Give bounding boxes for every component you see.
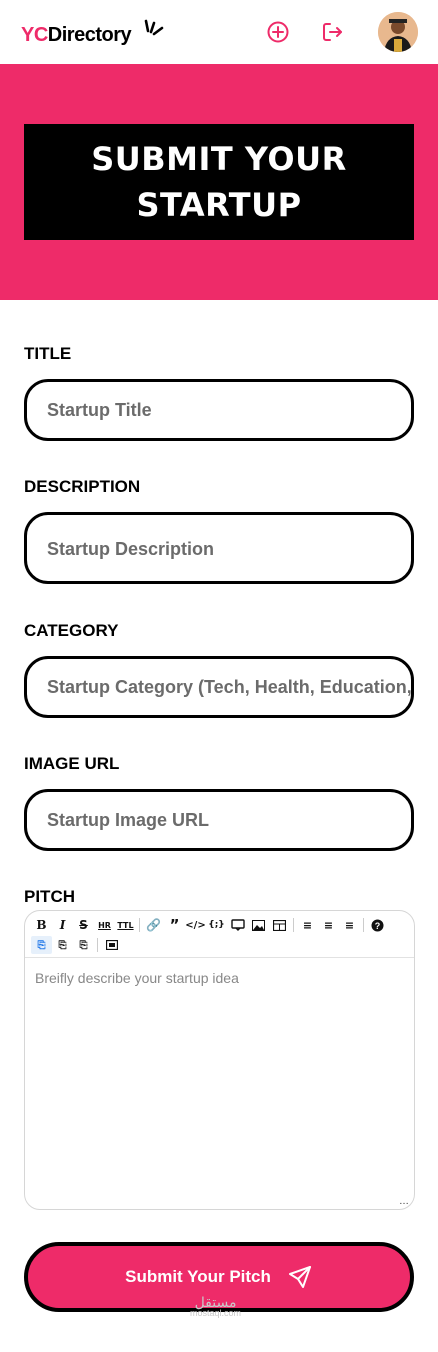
watermark-url: mostaql.com (190, 1308, 242, 1318)
toolbar-divider (139, 918, 140, 932)
title-input[interactable] (47, 399, 411, 421)
svg-text:?: ? (375, 921, 381, 931)
submit-pitch-label: Submit Your Pitch (125, 1267, 271, 1286)
description-field[interactable] (24, 512, 414, 584)
title-icon[interactable]: TTL (115, 916, 136, 934)
strikethrough-icon[interactable]: S (73, 916, 94, 934)
logo[interactable]: YC Directory (21, 19, 164, 48)
hr-icon[interactable]: HR (94, 916, 115, 934)
live-mode-icon[interactable]: ⎘ (52, 936, 73, 954)
image-url-field[interactable] (24, 789, 414, 851)
checked-list-icon[interactable]: ≡ (339, 916, 360, 934)
watermark: مستقل mostaql.com (190, 1295, 242, 1318)
category-input[interactable] (47, 676, 411, 698)
logo-directory: Directory (47, 24, 132, 46)
toolbar-divider (363, 918, 364, 932)
description-label: Description (24, 477, 141, 496)
logout-icon[interactable] (320, 19, 346, 45)
page-title: Submit Your Startup (91, 140, 347, 224)
hero-title-box: Submit Your Startup (24, 124, 414, 240)
watermark-arabic: مستقل (194, 1295, 237, 1311)
send-icon (288, 1266, 311, 1288)
resize-handle[interactable]: … (399, 1196, 409, 1207)
toolbar-divider (293, 918, 294, 932)
logo-yc: YC (21, 24, 48, 46)
table-icon[interactable] (269, 916, 290, 934)
image-url-label: Image URL (24, 754, 120, 773)
plus-circle-icon[interactable] (265, 19, 291, 45)
logo-spark-icon (144, 19, 164, 36)
fullscreen-icon[interactable] (101, 936, 122, 954)
edit-mode-icon[interactable]: ⎘ (31, 936, 52, 954)
hero-banner: Submit Your Startup (0, 64, 438, 300)
italic-icon[interactable]: I (52, 916, 73, 934)
pitch-label: Pitch (24, 887, 75, 906)
help-icon[interactable]: ? (367, 916, 388, 934)
ordered-list-icon[interactable]: ≡ (318, 916, 339, 934)
pitch-textarea[interactable]: Breifly describe your startup idea (25, 958, 414, 998)
category-label: Category (24, 621, 119, 640)
avatar-image (378, 12, 418, 52)
title-field[interactable] (24, 379, 414, 441)
code-icon[interactable]: </> (185, 916, 206, 934)
image-url-input[interactable] (47, 809, 411, 831)
image-icon[interactable] (248, 916, 269, 934)
quote-icon[interactable]: ” (164, 916, 185, 934)
pitch-editor: B I S HR TTL 🔗 ” </> {;} ≡ ≡ ≡ ? ⎘ ⎘ ⎘ B… (24, 910, 415, 1210)
toolbar-divider (97, 938, 98, 952)
avatar[interactable] (378, 12, 418, 52)
link-icon[interactable]: 🔗 (143, 916, 164, 934)
editor-toolbar: B I S HR TTL 🔗 ” </> {;} ≡ ≡ ≡ ? ⎘ ⎘ ⎘ (25, 911, 414, 958)
comment-icon[interactable] (227, 916, 248, 934)
description-input[interactable] (47, 533, 411, 563)
bold-icon[interactable]: B (31, 916, 52, 934)
navbar: YC Directory (0, 0, 438, 64)
title-label: Title (24, 344, 72, 363)
unordered-list-icon[interactable]: ≡ (297, 916, 318, 934)
preview-mode-icon[interactable]: ⎘ (73, 936, 94, 954)
code-block-icon[interactable]: {;} (206, 916, 227, 934)
category-field[interactable] (24, 656, 414, 718)
